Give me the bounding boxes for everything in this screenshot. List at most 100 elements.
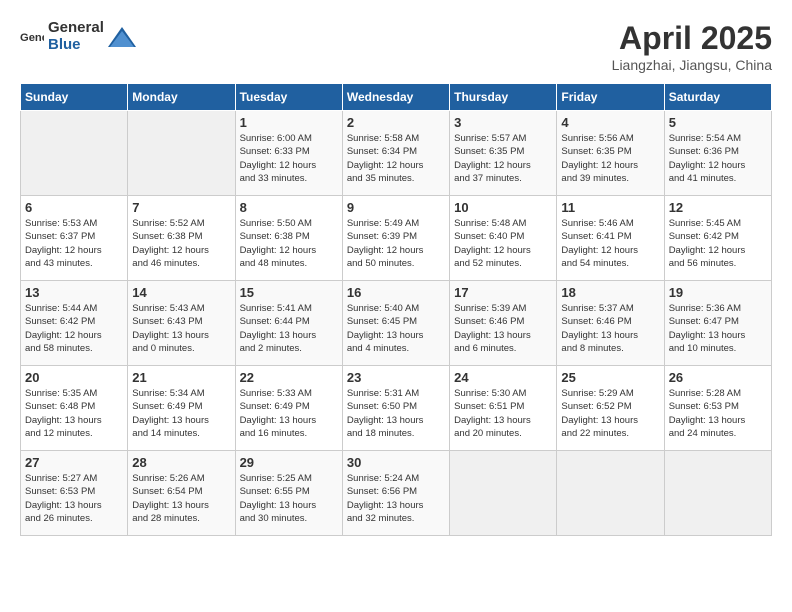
day-info: Sunrise: 5:41 AM Sunset: 6:44 PM Dayligh… — [240, 302, 338, 355]
day-number: 20 — [25, 370, 123, 385]
day-info: Sunrise: 5:27 AM Sunset: 6:53 PM Dayligh… — [25, 472, 123, 525]
day-number: 10 — [454, 200, 552, 215]
calendar-cell: 22 Sunrise: 5:33 AM Sunset: 6:49 PM Dayli… — [235, 366, 342, 451]
day-number: 13 — [25, 285, 123, 300]
day-info: Sunrise: 5:35 AM Sunset: 6:48 PM Dayligh… — [25, 387, 123, 440]
day-number: 24 — [454, 370, 552, 385]
day-number: 14 — [132, 285, 230, 300]
day-info: Sunrise: 5:25 AM Sunset: 6:55 PM Dayligh… — [240, 472, 338, 525]
logo: General General Blue — [20, 20, 136, 53]
day-number: 17 — [454, 285, 552, 300]
calendar-cell: 6 Sunrise: 5:53 AM Sunset: 6:37 PM Daylig… — [21, 196, 128, 281]
day-info: Sunrise: 5:45 AM Sunset: 6:42 PM Dayligh… — [669, 217, 767, 270]
day-number: 12 — [669, 200, 767, 215]
day-number: 22 — [240, 370, 338, 385]
calendar-cell: 7 Sunrise: 5:52 AM Sunset: 6:38 PM Daylig… — [128, 196, 235, 281]
day-number: 7 — [132, 200, 230, 215]
month-title: April 2025 — [612, 20, 772, 57]
calendar-cell: 18Sunrise: 5:37 AM Sunset: 6:46 PM Dayli… — [557, 281, 664, 366]
day-info: Sunrise: 5:43 AM Sunset: 6:43 PM Dayligh… — [132, 302, 230, 355]
day-info: Sunrise: 5:52 AM Sunset: 6:38 PM Dayligh… — [132, 217, 230, 270]
day-number: 30 — [347, 455, 445, 470]
day-info: Sunrise: 5:49 AM Sunset: 6:39 PM Dayligh… — [347, 217, 445, 270]
col-header-sunday: Sunday — [21, 84, 128, 111]
calendar-cell: 13Sunrise: 5:44 AM Sunset: 6:42 PM Dayli… — [21, 281, 128, 366]
svg-text:General: General — [20, 32, 44, 44]
calendar-cell: 29 Sunrise: 5:25 AM Sunset: 6:55 PM Dayli… — [235, 451, 342, 536]
calendar-cell — [128, 111, 235, 196]
day-number: 6 — [25, 200, 123, 215]
calendar-cell: 19 Sunrise: 5:36 AM Sunset: 6:47 PM Dayli… — [664, 281, 771, 366]
calendar-cell — [21, 111, 128, 196]
calendar-cell: 23 Sunrise: 5:31 AM Sunset: 6:50 PM Dayli… — [342, 366, 449, 451]
calendar-cell — [664, 451, 771, 536]
day-info: Sunrise: 5:48 AM Sunset: 6:40 PM Dayligh… — [454, 217, 552, 270]
calendar-cell — [557, 451, 664, 536]
calendar-cell: 20 Sunrise: 5:35 AM Sunset: 6:48 PM Dayli… — [21, 366, 128, 451]
day-number: 16 — [347, 285, 445, 300]
day-info: Sunrise: 5:34 AM Sunset: 6:49 PM Dayligh… — [132, 387, 230, 440]
title-area: April 2025 Liangzhai, Jiangsu, China — [612, 20, 772, 73]
day-number: 3 — [454, 115, 552, 130]
calendar-cell: 8Sunrise: 5:50 AM Sunset: 6:38 PM Daylig… — [235, 196, 342, 281]
logo-general: General — [48, 20, 104, 37]
week-row-4: 20 Sunrise: 5:35 AM Sunset: 6:48 PM Dayli… — [21, 366, 772, 451]
location: Liangzhai, Jiangsu, China — [612, 57, 772, 73]
week-row-1: 1Sunrise: 6:00 AM Sunset: 6:33 PM Daylig… — [21, 111, 772, 196]
calendar-cell: 3 Sunrise: 5:57 AM Sunset: 6:35 PM Daylig… — [450, 111, 557, 196]
calendar-cell: 25 Sunrise: 5:29 AM Sunset: 6:52 PM Dayli… — [557, 366, 664, 451]
day-info: Sunrise: 5:40 AM Sunset: 6:45 PM Dayligh… — [347, 302, 445, 355]
day-info: Sunrise: 5:57 AM Sunset: 6:35 PM Dayligh… — [454, 132, 552, 185]
day-info: Sunrise: 5:39 AM Sunset: 6:46 PM Dayligh… — [454, 302, 552, 355]
day-number: 9 — [347, 200, 445, 215]
calendar-cell: 11Sunrise: 5:46 AM Sunset: 6:41 PM Dayli… — [557, 196, 664, 281]
day-number: 15 — [240, 285, 338, 300]
day-info: Sunrise: 5:56 AM Sunset: 6:35 PM Dayligh… — [561, 132, 659, 185]
day-number: 29 — [240, 455, 338, 470]
week-row-3: 13Sunrise: 5:44 AM Sunset: 6:42 PM Dayli… — [21, 281, 772, 366]
day-number: 23 — [347, 370, 445, 385]
day-number: 2 — [347, 115, 445, 130]
col-header-wednesday: Wednesday — [342, 84, 449, 111]
calendar-cell: 28Sunrise: 5:26 AM Sunset: 6:54 PM Dayli… — [128, 451, 235, 536]
col-header-saturday: Saturday — [664, 84, 771, 111]
calendar-cell: 26Sunrise: 5:28 AM Sunset: 6:53 PM Dayli… — [664, 366, 771, 451]
logo-blue: Blue — [48, 37, 104, 54]
col-header-tuesday: Tuesday — [235, 84, 342, 111]
day-number: 18 — [561, 285, 659, 300]
calendar-cell: 15 Sunrise: 5:41 AM Sunset: 6:44 PM Dayli… — [235, 281, 342, 366]
calendar-cell: 10 Sunrise: 5:48 AM Sunset: 6:40 PM Dayli… — [450, 196, 557, 281]
calendar-cell: 4 Sunrise: 5:56 AM Sunset: 6:35 PM Daylig… — [557, 111, 664, 196]
day-info: Sunrise: 5:54 AM Sunset: 6:36 PM Dayligh… — [669, 132, 767, 185]
day-number: 8 — [240, 200, 338, 215]
calendar-cell: 16 Sunrise: 5:40 AM Sunset: 6:45 PM Dayli… — [342, 281, 449, 366]
calendar-cell: 1Sunrise: 6:00 AM Sunset: 6:33 PM Daylig… — [235, 111, 342, 196]
day-info: Sunrise: 5:33 AM Sunset: 6:49 PM Dayligh… — [240, 387, 338, 440]
calendar-cell: 24 Sunrise: 5:30 AM Sunset: 6:51 PM Dayli… — [450, 366, 557, 451]
day-info: Sunrise: 5:30 AM Sunset: 6:51 PM Dayligh… — [454, 387, 552, 440]
day-info: Sunrise: 5:24 AM Sunset: 6:56 PM Dayligh… — [347, 472, 445, 525]
calendar-cell — [450, 451, 557, 536]
page-header: General General Blue April 2025 Liangzha… — [20, 20, 772, 73]
calendar-cell: 2 Sunrise: 5:58 AM Sunset: 6:34 PM Daylig… — [342, 111, 449, 196]
day-number: 21 — [132, 370, 230, 385]
day-number: 19 — [669, 285, 767, 300]
day-number: 28 — [132, 455, 230, 470]
day-number: 4 — [561, 115, 659, 130]
day-info: Sunrise: 5:36 AM Sunset: 6:47 PM Dayligh… — [669, 302, 767, 355]
day-number: 25 — [561, 370, 659, 385]
header-row: SundayMondayTuesdayWednesdayThursdayFrid… — [21, 84, 772, 111]
day-number: 11 — [561, 200, 659, 215]
calendar-cell: 14 Sunrise: 5:43 AM Sunset: 6:43 PM Dayli… — [128, 281, 235, 366]
day-number: 26 — [669, 370, 767, 385]
col-header-friday: Friday — [557, 84, 664, 111]
calendar-cell: 9 Sunrise: 5:49 AM Sunset: 6:39 PM Daylig… — [342, 196, 449, 281]
day-info: Sunrise: 5:29 AM Sunset: 6:52 PM Dayligh… — [561, 387, 659, 440]
day-info: Sunrise: 5:58 AM Sunset: 6:34 PM Dayligh… — [347, 132, 445, 185]
day-info: Sunrise: 6:00 AM Sunset: 6:33 PM Dayligh… — [240, 132, 338, 185]
col-header-monday: Monday — [128, 84, 235, 111]
day-info: Sunrise: 5:31 AM Sunset: 6:50 PM Dayligh… — [347, 387, 445, 440]
calendar-cell: 12 Sunrise: 5:45 AM Sunset: 6:42 PM Dayli… — [664, 196, 771, 281]
calendar-cell: 21 Sunrise: 5:34 AM Sunset: 6:49 PM Dayli… — [128, 366, 235, 451]
day-info: Sunrise: 5:53 AM Sunset: 6:37 PM Dayligh… — [25, 217, 123, 270]
